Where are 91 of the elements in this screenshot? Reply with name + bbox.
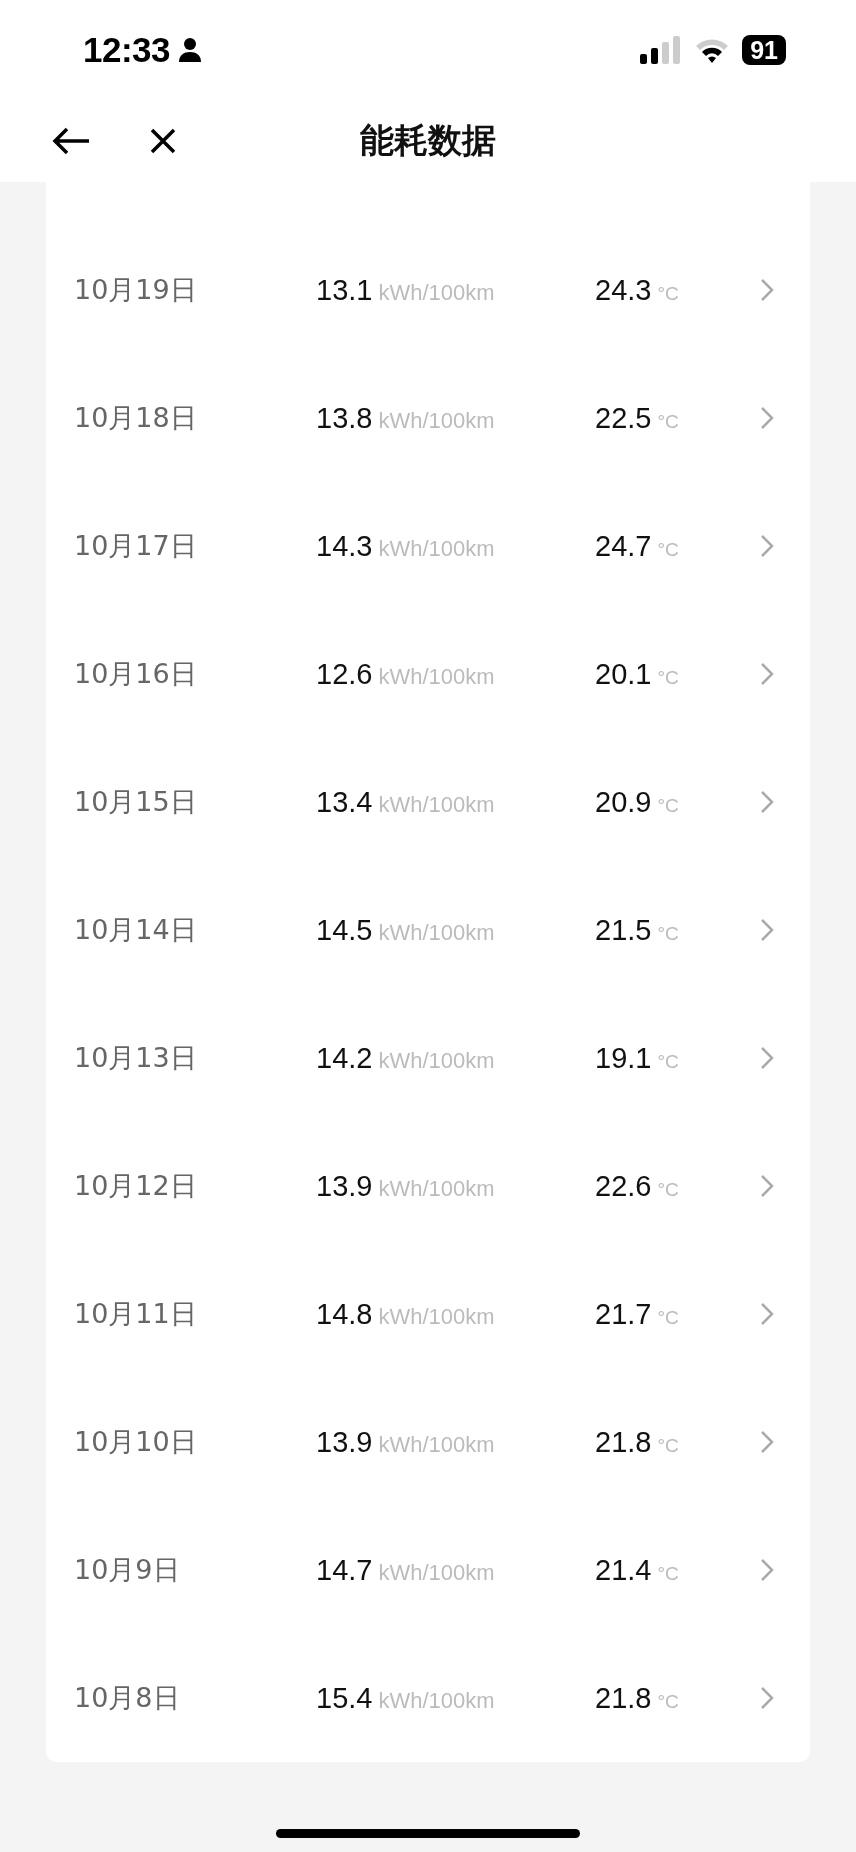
signal-icon <box>640 36 683 64</box>
back-arrow-icon <box>51 126 91 156</box>
temperature-unit: °C <box>657 538 679 561</box>
row-date: 10月12日 <box>74 1169 198 1203</box>
consumption-value: 13.8 <box>316 401 373 435</box>
energy-row[interactable]: 10月11日 14.8 kWh/100km 21.7 °C <box>46 1250 810 1378</box>
row-date: 10月16日 <box>74 657 198 691</box>
consumption-unit: kWh/100km <box>378 1687 495 1714</box>
temperature-unit: °C <box>657 1434 679 1457</box>
consumption-unit: kWh/100km <box>378 1175 495 1202</box>
temperature-unit: °C <box>657 1178 679 1201</box>
consumption-unit: kWh/100km <box>378 919 495 946</box>
chevron-right-icon <box>760 278 774 302</box>
temperature-value: 22.5 <box>595 401 652 435</box>
chevron-right-icon <box>760 1430 774 1454</box>
temperature-unit: °C <box>657 1690 679 1713</box>
person-icon <box>178 37 203 63</box>
chevron-right-icon <box>760 1174 774 1198</box>
energy-row[interactable]: 10月18日 13.8 kWh/100km 22.5 °C <box>46 354 810 482</box>
energy-row[interactable]: 10月15日 13.4 kWh/100km 20.9 °C <box>46 738 810 866</box>
row-date: 10月8日 <box>74 1681 181 1715</box>
row-date: 10月9日 <box>74 1553 181 1587</box>
row-date: 10月19日 <box>74 273 198 307</box>
temperature-value: 20.1 <box>595 657 652 691</box>
row-date: 10月17日 <box>74 529 198 563</box>
consumption-value: 13.9 <box>316 1425 373 1459</box>
consumption-value: 13.1 <box>316 273 373 307</box>
row-date: 10月14日 <box>74 913 198 947</box>
energy-row[interactable]: 10月10日 13.9 kWh/100km 21.8 °C <box>46 1378 810 1506</box>
row-date: 10月15日 <box>74 785 198 819</box>
temperature-unit: °C <box>657 282 679 305</box>
chevron-right-icon <box>760 534 774 558</box>
chevron-right-icon <box>760 1686 774 1710</box>
temperature-unit: °C <box>657 1050 679 1073</box>
consumption-value: 13.4 <box>316 785 373 819</box>
temperature-value: 21.8 <box>595 1425 652 1459</box>
temperature-value: 21.5 <box>595 913 652 947</box>
temperature-value: 24.3 <box>595 273 652 307</box>
consumption-value: 14.8 <box>316 1297 373 1331</box>
consumption-value: 15.4 <box>316 1681 373 1715</box>
chevron-right-icon <box>760 1558 774 1582</box>
temperature-value: 21.7 <box>595 1297 652 1331</box>
chevron-right-icon <box>760 918 774 942</box>
consumption-unit: kWh/100km <box>378 663 495 690</box>
consumption-value: 14.7 <box>316 1553 373 1587</box>
row-date: 10月10日 <box>74 1425 198 1459</box>
chevron-right-icon <box>760 1046 774 1070</box>
energy-row[interactable]: 10月17日 14.3 kWh/100km 24.7 °C <box>46 482 810 610</box>
consumption-unit: kWh/100km <box>378 1431 495 1458</box>
battery-level: 91 <box>742 35 786 65</box>
consumption-unit: kWh/100km <box>378 791 495 818</box>
temperature-value: 24.7 <box>595 529 652 563</box>
energy-row[interactable]: 10月9日 14.7 kWh/100km 21.4 °C <box>46 1506 810 1634</box>
chevron-right-icon <box>760 662 774 686</box>
temperature-value: 21.8 <box>595 1681 652 1715</box>
temperature-unit: °C <box>657 1562 679 1585</box>
consumption-unit: kWh/100km <box>378 1559 495 1586</box>
consumption-unit: kWh/100km <box>378 1303 495 1330</box>
chevron-right-icon <box>760 790 774 814</box>
page-title: 能耗数据 <box>360 119 496 162</box>
energy-row[interactable]: 10月12日 13.9 kWh/100km 22.6 °C <box>46 1122 810 1250</box>
temperature-unit: °C <box>657 922 679 945</box>
consumption-unit: kWh/100km <box>378 407 495 434</box>
status-time: 12:33 <box>83 30 171 70</box>
row-date: 10月11日 <box>74 1297 198 1331</box>
temperature-value: 20.9 <box>595 785 652 819</box>
energy-row[interactable]: 10月13日 14.2 kWh/100km 19.1 °C <box>46 994 810 1122</box>
consumption-value: 13.9 <box>316 1169 373 1203</box>
consumption-value: 14.3 <box>316 529 373 563</box>
consumption-unit: kWh/100km <box>378 1047 495 1074</box>
consumption-unit: kWh/100km <box>378 535 495 562</box>
close-icon <box>150 128 176 154</box>
energy-row[interactable]: 10月8日 15.4 kWh/100km 21.8 °C <box>46 1634 810 1762</box>
consumption-unit: kWh/100km <box>378 279 495 306</box>
temperature-value: 22.6 <box>595 1169 652 1203</box>
row-date: 10月18日 <box>74 401 198 435</box>
temperature-value: 21.4 <box>595 1553 652 1587</box>
consumption-value: 14.5 <box>316 913 373 947</box>
row-date: 10月13日 <box>74 1041 198 1075</box>
energy-row[interactable]: 10月14日 14.5 kWh/100km 21.5 °C <box>46 866 810 994</box>
energy-row[interactable]: 10月19日 13.1 kWh/100km 24.3 °C <box>46 226 810 354</box>
temperature-unit: °C <box>657 410 679 433</box>
temperature-unit: °C <box>657 666 679 689</box>
temperature-value: 19.1 <box>595 1041 652 1075</box>
energy-row[interactable]: 10月16日 12.6 kWh/100km 20.1 °C <box>46 610 810 738</box>
consumption-value: 14.2 <box>316 1041 373 1075</box>
temperature-unit: °C <box>657 794 679 817</box>
temperature-unit: °C <box>657 1306 679 1329</box>
chevron-right-icon <box>760 406 774 430</box>
consumption-value: 12.6 <box>316 657 373 691</box>
chevron-right-icon <box>760 1302 774 1326</box>
